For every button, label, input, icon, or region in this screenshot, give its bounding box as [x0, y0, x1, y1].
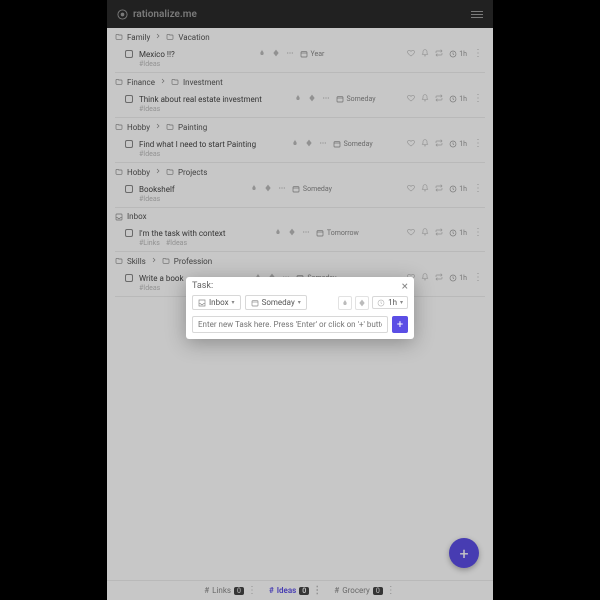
estimate-dropdown-label: 1h [388, 298, 397, 307]
estimate-dropdown[interactable]: 1h ▾ [372, 296, 408, 309]
calendar-icon [251, 299, 259, 307]
diamond-icon [358, 299, 366, 307]
energy-button[interactable] [355, 296, 369, 310]
priority-button[interactable] [338, 296, 352, 310]
list-dropdown[interactable]: Inbox ▾ [192, 295, 241, 310]
date-dropdown-label: Someday [262, 298, 295, 307]
clock-icon [377, 299, 385, 307]
modal-title: Task: [192, 281, 213, 291]
flame-icon [341, 299, 349, 307]
inbox-icon [198, 299, 206, 307]
task-input[interactable] [192, 316, 388, 333]
date-dropdown[interactable]: Someday ▾ [245, 295, 307, 310]
submit-task-button[interactable]: + [392, 316, 408, 333]
list-dropdown-label: Inbox [209, 298, 229, 307]
modal-close-button[interactable]: × [402, 281, 408, 291]
new-task-modal: Task: × Inbox ▾ Someday ▾ [186, 277, 414, 339]
